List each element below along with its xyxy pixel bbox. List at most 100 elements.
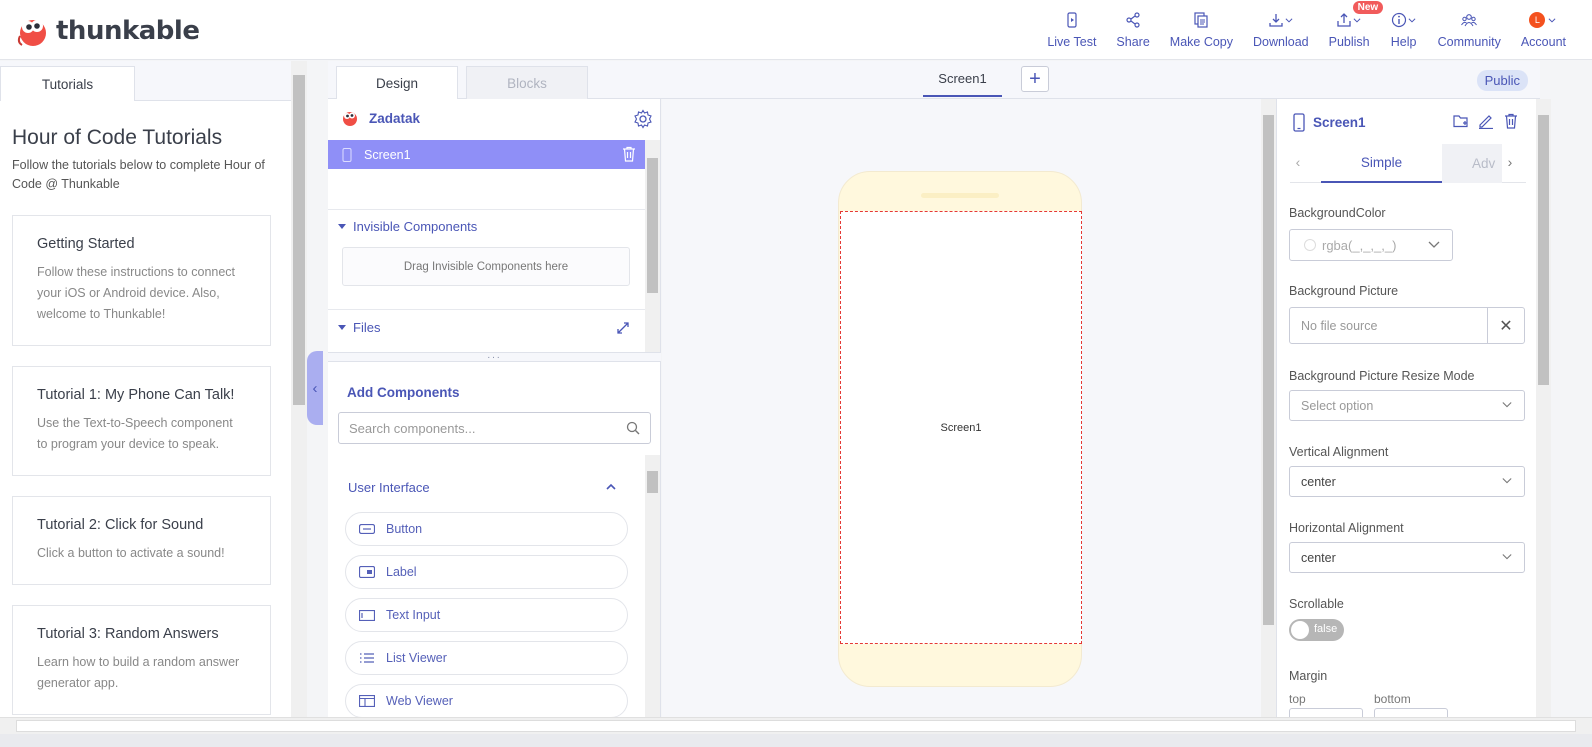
make-copy-button[interactable]: Make Copy xyxy=(1160,0,1243,60)
component-button[interactable]: Button xyxy=(345,512,628,546)
tutorial-card-title: Getting Started xyxy=(37,236,135,252)
download-button[interactable]: Download xyxy=(1243,0,1319,60)
files-toggle[interactable]: Files xyxy=(338,320,380,335)
nav-label: Community xyxy=(1437,35,1501,49)
add-screen-button[interactable]: + xyxy=(1021,66,1049,92)
caret-down-icon xyxy=(338,325,346,330)
palette-title: Add Components xyxy=(347,385,460,400)
chevron-down-icon xyxy=(1502,554,1512,560)
phone-screen[interactable]: Screen1 xyxy=(840,211,1082,644)
component-tree: Zadatak Screen1 Invisible Components Dra… xyxy=(328,99,661,357)
scrollbar-thumb[interactable] xyxy=(1263,115,1274,625)
tab-simple[interactable]: Simple xyxy=(1321,144,1442,183)
phone-icon xyxy=(342,147,352,162)
tutorials-scrollbar[interactable] xyxy=(291,61,307,720)
tutorials-tabbar: Tutorials xyxy=(0,61,307,101)
tree-screen-label: Screen1 xyxy=(364,147,411,162)
community-button[interactable]: Community xyxy=(1428,0,1511,60)
thunkable-logo[interactable]: thunkable xyxy=(16,14,200,48)
scrollbar-thumb[interactable] xyxy=(647,158,658,293)
tutorials-content: Hour of Code Tutorials Follow the tutori… xyxy=(0,102,290,720)
screen-tab[interactable]: Screen1 xyxy=(923,61,1002,97)
share-button[interactable]: Share xyxy=(1106,0,1159,60)
chevron-right-icon[interactable]: › xyxy=(1502,154,1518,170)
tab-design[interactable]: Design xyxy=(336,66,458,99)
component-web-viewer[interactable]: Web Viewer xyxy=(345,684,628,718)
tab-advanced[interactable]: Adv xyxy=(1442,144,1502,183)
tutorial-card[interactable]: Tutorial 1: My Phone Can Talk! Use the T… xyxy=(12,366,271,476)
invisible-components-toggle[interactable]: Invisible Components xyxy=(338,219,477,234)
margin-top-label: top xyxy=(1289,692,1306,706)
trash-icon[interactable] xyxy=(622,146,636,162)
live-test-button[interactable]: Live Test xyxy=(1037,0,1106,60)
component-list-viewer[interactable]: List Viewer xyxy=(345,641,628,675)
vertical-alignment-select[interactable]: center xyxy=(1289,466,1525,497)
visibility-badge[interactable]: Public xyxy=(1476,70,1528,91)
search-input[interactable] xyxy=(339,413,609,443)
collapse-panel-button[interactable]: ‹ xyxy=(307,351,323,425)
trash-icon[interactable] xyxy=(1503,113,1519,129)
canvas-scrollbar[interactable] xyxy=(1261,99,1276,717)
help-button[interactable]: Help xyxy=(1380,0,1428,60)
tutorial-card[interactable]: Tutorial 3: Random Answers Learn how to … xyxy=(12,605,271,715)
nav-label: Account xyxy=(1520,35,1566,49)
app-name-row[interactable]: Zadatak xyxy=(340,109,420,127)
component-label-text: Text Input xyxy=(386,608,441,622)
properties-scrollbar[interactable] xyxy=(1536,99,1551,717)
margin-top-input[interactable] xyxy=(1289,708,1363,717)
app-name: Zadatak xyxy=(369,110,421,126)
tutorial-card-title: Tutorial 2: Click for Sound xyxy=(37,517,204,533)
component-label[interactable]: Label xyxy=(345,555,628,589)
tutorial-card[interactable]: Tutorial 2: Click for Sound Click a butt… xyxy=(12,496,271,585)
scrollbar-thumb[interactable] xyxy=(293,75,305,405)
margin-bottom-input[interactable] xyxy=(1374,708,1448,717)
phone-icon xyxy=(1293,113,1305,132)
resize-mode-select[interactable]: Select option xyxy=(1289,390,1525,421)
search-icon[interactable] xyxy=(626,421,640,435)
tree-item-screen1[interactable]: Screen1 xyxy=(328,140,645,169)
palette-scrollbar[interactable] xyxy=(645,455,660,717)
toggle-knob xyxy=(1291,621,1309,639)
horizontal-alignment-select[interactable]: center xyxy=(1289,542,1525,573)
tutorial-card[interactable]: Getting Started Follow these instruction… xyxy=(12,215,271,346)
edit-icon[interactable] xyxy=(1478,113,1494,129)
nav-label: Make Copy xyxy=(1169,35,1234,49)
tab-tutorials[interactable]: Tutorials xyxy=(0,66,135,101)
scrollbar-thumb[interactable] xyxy=(1538,115,1549,385)
tree-scrollbar[interactable] xyxy=(645,140,660,355)
tutorial-card-title: Tutorial 1: My Phone Can Talk! xyxy=(37,387,235,403)
chevron-left-icon[interactable]: ‹ xyxy=(1290,154,1306,170)
section-label: Invisible Components xyxy=(353,219,478,234)
component-palette: Add Components User Interface Button Lab… xyxy=(328,362,661,718)
margin-bottom-label: bottom xyxy=(1374,692,1411,706)
gear-icon[interactable] xyxy=(633,109,655,131)
page-horizontal-scrollbar[interactable] xyxy=(0,717,1592,734)
tutorial-card-desc: Use the Text-to-Speech component to prog… xyxy=(37,416,233,451)
expand-icon[interactable] xyxy=(616,321,632,337)
caret-down-icon xyxy=(338,224,346,229)
close-icon[interactable]: ✕ xyxy=(1488,308,1524,343)
text-input-icon xyxy=(358,609,375,622)
scrollbar-thumb[interactable] xyxy=(16,720,1576,732)
component-text-input[interactable]: Text Input xyxy=(345,598,628,632)
search-box xyxy=(338,412,651,444)
nav-label: Help xyxy=(1390,35,1417,49)
file-source-input[interactable]: No file source xyxy=(1290,308,1488,343)
tab-blocks[interactable]: Blocks xyxy=(466,66,588,99)
chevron-up-icon[interactable] xyxy=(606,480,616,494)
scrollbar-thumb[interactable] xyxy=(647,471,658,493)
add-folder-icon[interactable] xyxy=(1453,113,1469,129)
tutorials-title: Hour of Code Tutorials xyxy=(12,126,223,149)
chevron-down-icon xyxy=(1285,18,1293,23)
select-value: center xyxy=(1301,474,1336,489)
invisible-drop-zone[interactable]: Drag Invisible Components here xyxy=(342,247,630,286)
category-user-interface[interactable]: User Interface xyxy=(348,480,430,495)
component-label: Button xyxy=(386,522,423,536)
panel-splitter[interactable]: ... xyxy=(328,351,661,362)
app-icon xyxy=(343,112,357,126)
scrollable-toggle[interactable]: false xyxy=(1289,619,1344,641)
canvas-screen-label: Screen1 xyxy=(940,421,982,434)
background-color-select[interactable]: rgba(_,_,_,_) xyxy=(1289,229,1453,261)
account-button[interactable]: L Account xyxy=(1511,0,1576,60)
publish-button[interactable]: New Publish xyxy=(1319,0,1384,60)
